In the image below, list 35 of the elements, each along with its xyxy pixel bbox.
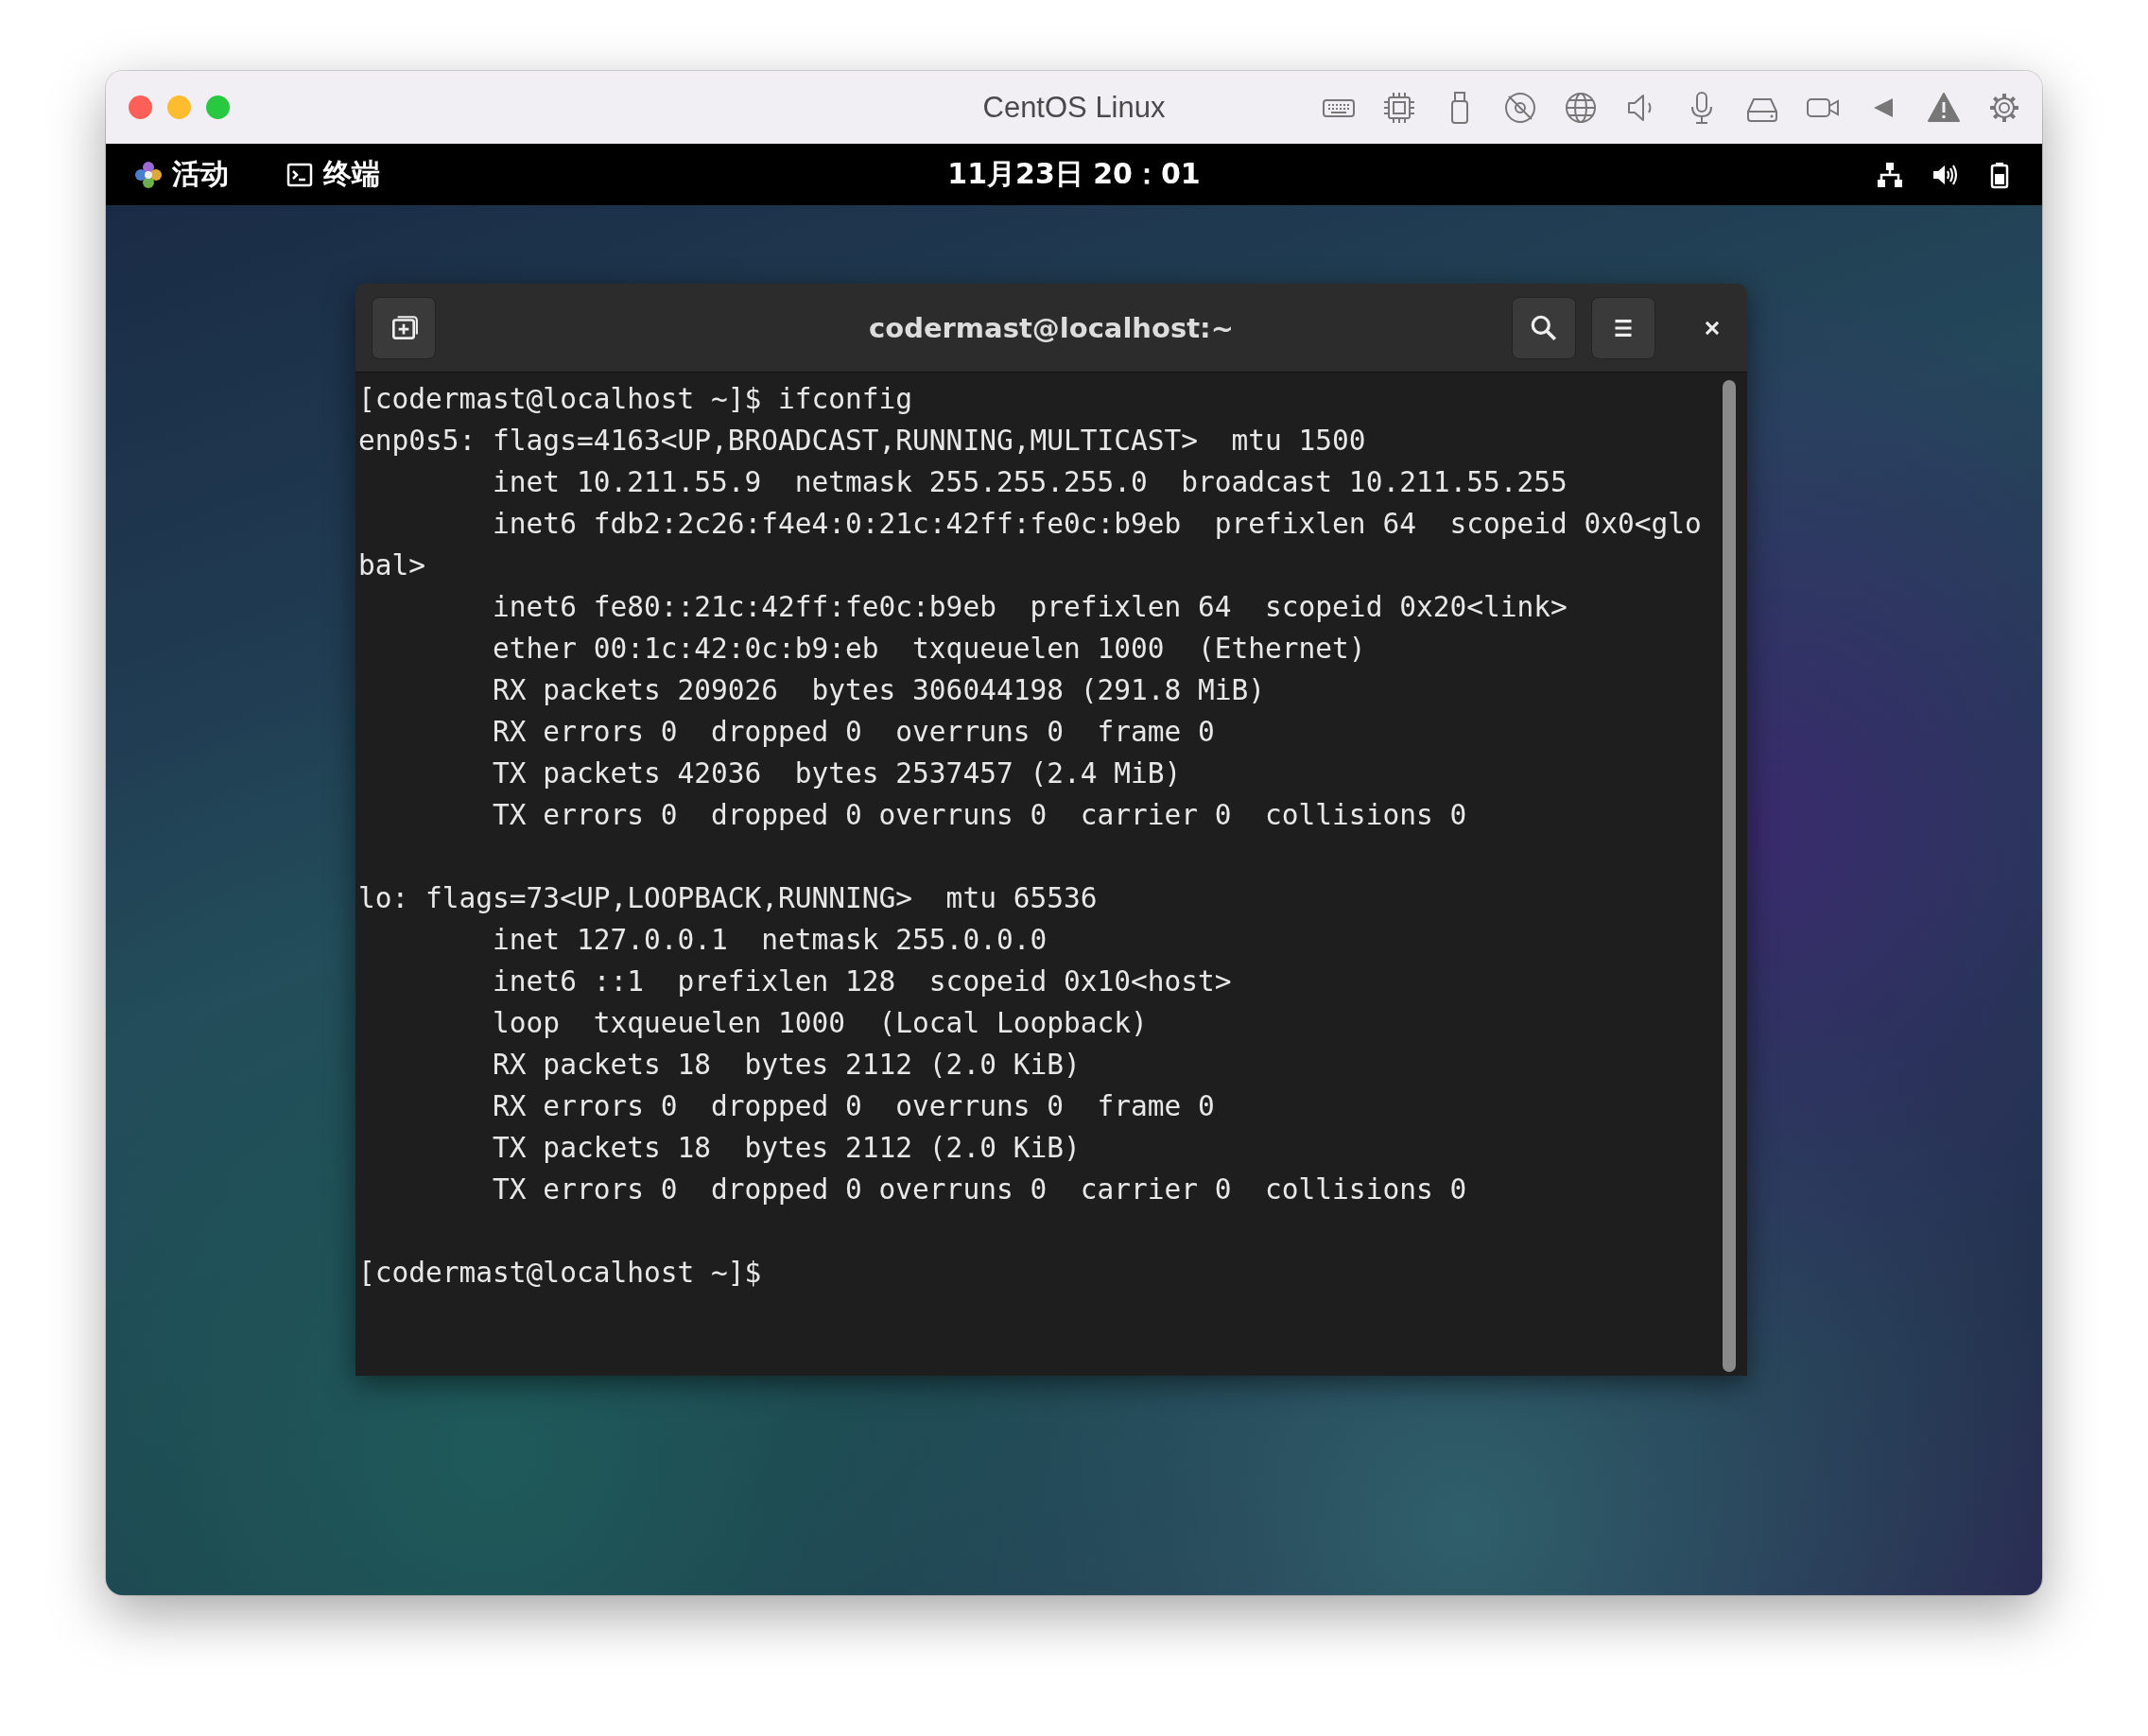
terminal-line: TX errors 0 dropped 0 overruns 0 carrier 0 collisions 0 xyxy=(492,798,1467,833)
terminal-line: RX packets 209026 bytes 306044198 (291.8 MiB) xyxy=(492,673,1266,708)
terminal-line: inet 127.0.0.1 netmask 255.0.0.0 xyxy=(492,923,1048,958)
search-button[interactable] xyxy=(1512,296,1576,359)
terminal-line: enp0s5: flags=4163<UP,BROADCAST,RUNNING,MULTICAST> mtu 1500 xyxy=(358,424,1366,459)
terminal-line: inet6 fdb2:2c26:f4e4:0:21c:42ff:fe0c:b9eb prefixlen 64 scopeid 0x0<glo xyxy=(492,507,1702,542)
terminal-title: codermast@localhost:~ xyxy=(869,311,1234,344)
terminal-line: loop txqueuelen 1000 (Local Loopback) xyxy=(492,1006,1148,1041)
terminal-line: RX errors 0 dropped 0 overruns 0 frame 0 xyxy=(492,1089,1215,1124)
terminal-line: inet 10.211.55.9 netmask 255.255.255.0 broadcast 10.211.55.255 xyxy=(492,465,1568,500)
scrollbar[interactable] xyxy=(1723,380,1736,1372)
terminal-line: inet6 ::1 prefixlen 128 scopeid 0x10<host> xyxy=(492,964,1232,999)
disc-crossed-icon[interactable] xyxy=(1503,90,1537,125)
terminal-line: [codermast@localhost ~]$ ifconfig xyxy=(358,382,913,417)
flower-icon xyxy=(134,160,163,189)
terminal-line: inet6 fe80::21c:42ff:fe0c:b9eb prefixlen 64 scopeid 0x20<link> xyxy=(492,590,1568,625)
terminal-line: ether 00:1c:42:0c:b9:eb txqueuelen 1000 (Ethernet) xyxy=(492,632,1366,667)
chip-icon[interactable] xyxy=(1382,90,1416,125)
app-menu-button[interactable]: 终端 xyxy=(286,155,380,194)
network-icon[interactable] xyxy=(1876,160,1904,189)
menu-button[interactable] xyxy=(1591,296,1655,359)
terminal-line: RX errors 0 dropped 0 overruns 0 frame 0 xyxy=(492,715,1215,750)
new-tab-button[interactable] xyxy=(372,296,436,359)
terminal-line: bal> xyxy=(358,548,426,583)
terminal-line: TX errors 0 dropped 0 overruns 0 carrier 0 collisions 0 xyxy=(492,1172,1467,1207)
activities-button[interactable]: 活动 xyxy=(134,155,229,194)
window-title: CentOS Linux xyxy=(982,90,1166,125)
clock[interactable]: 11月23日 20：01 xyxy=(947,155,1201,194)
globe-icon[interactable] xyxy=(1564,90,1598,125)
terminal-line: lo: flags=73<UP,LOOPBACK,RUNNING> mtu 65536 xyxy=(358,881,1098,916)
terminal-line: TX packets 18 bytes 2112 (2.0 KiB) xyxy=(492,1131,1081,1166)
terminal-line: [codermast@localhost ~]$ xyxy=(358,1256,762,1291)
terminal-line: TX packets 42036 bytes 2537457 (2.4 MiB) xyxy=(492,756,1182,791)
warning-icon[interactable] xyxy=(1927,90,1961,125)
terminal-line: RX packets 18 bytes 2112 (2.0 KiB) xyxy=(492,1048,1081,1083)
